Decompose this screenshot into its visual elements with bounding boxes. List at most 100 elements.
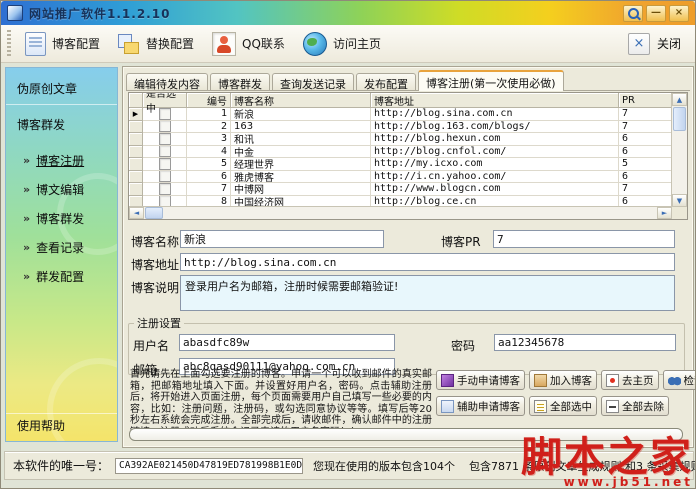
sidebar-item-blog-register[interactable]: » 博客注册 — [23, 152, 84, 169]
deselect-all-button[interactable]: 全部去除 — [601, 396, 669, 416]
blog-url-field[interactable] — [180, 253, 675, 271]
app-icon — [7, 5, 23, 21]
minimize-button[interactable]: — — [646, 4, 666, 22]
blog-desc-field[interactable]: 登录用户名为邮箱，注册时候需要邮箱验证! — [180, 275, 675, 311]
search-pr-button[interactable]: 检索PR — [662, 370, 696, 390]
table-row[interactable]: 3 和讯 http://blog.hexun.com 6 — [129, 133, 672, 146]
tab-blog-register[interactable]: 博客注册(第一次使用必做) — [418, 70, 564, 91]
globe-icon — [302, 31, 327, 56]
cell-blog-name: 中博网 — [231, 183, 371, 196]
row-checkbox[interactable] — [158, 108, 171, 120]
row-checkbox[interactable] — [158, 145, 171, 158]
blog-desc-label: 博客说明 — [131, 281, 180, 295]
deselect-all-label: 全部去除 — [622, 400, 664, 413]
cell-pr: 6 — [619, 133, 672, 146]
select-all-button[interactable]: 全部选中 — [529, 396, 597, 416]
sidebar-item-view-records[interactable]: » 查看记录 — [23, 239, 84, 256]
tab-edit-pending[interactable]: 编辑待发内容 — [126, 73, 208, 91]
sidebar-item-help[interactable]: 使用帮助 — [17, 417, 65, 434]
vertical-scroll-thumb[interactable] — [673, 107, 686, 131]
scroll-up-icon[interactable]: ▲ — [672, 93, 687, 106]
row-checkbox-cell[interactable] — [143, 133, 187, 146]
sidebar-divider — [6, 413, 117, 414]
assist-apply-button[interactable]: 辅助申请博客 — [436, 396, 525, 416]
tab-query-send-records[interactable]: 查询发送记录 — [272, 73, 354, 91]
cell-blog-name: 中金 — [231, 145, 371, 158]
vertical-scrollbar[interactable]: ▲ ▼ — [671, 93, 687, 207]
close-icon: × — [627, 32, 650, 55]
row-selector-cell — [129, 133, 143, 146]
row-checkbox[interactable] — [158, 170, 171, 183]
password-field[interactable] — [494, 334, 676, 351]
row-checkbox[interactable] — [158, 158, 171, 170]
toolbar-grip[interactable] — [7, 29, 11, 58]
sidebar-group-blog-mass-post[interactable]: 博客群发 — [17, 116, 65, 133]
search-pr-label: 检索PR — [683, 374, 696, 387]
cell-pr: 6 — [619, 170, 672, 183]
table-row[interactable]: 7 中博网 http://www.blogcn.com 7 — [129, 183, 672, 196]
table-header-row: 是否选中 编号 博客名称 博客地址 PR — [129, 93, 672, 115]
tab-blog-mass-post[interactable]: 博客群发 — [210, 73, 270, 91]
manual-apply-label: 手动申请博客 — [457, 374, 520, 387]
row-checkbox-cell[interactable] — [143, 183, 187, 196]
cell-pr: 7 — [619, 183, 672, 196]
header-number[interactable]: 编号 — [187, 93, 231, 108]
sidebar-item-label: 查看记录 — [36, 241, 85, 255]
blog-name-field[interactable] — [180, 230, 384, 248]
sidebar-item-post-edit[interactable]: » 博文编辑 — [23, 181, 84, 198]
row-checkbox[interactable] — [158, 183, 171, 195]
table-row[interactable]: ▶ 1 新浪 http://blog.sina.com.cn 7 — [129, 108, 672, 121]
cell-blog-url: http://blog.cnfol.com/ — [371, 145, 619, 158]
sidebar-item-mass-post-config[interactable]: » 群发配置 — [23, 268, 84, 285]
header-selected[interactable]: 是否选中 — [143, 93, 187, 115]
cell-blog-name: 经理世界 — [231, 158, 371, 171]
horizontal-scroll-thumb[interactable] — [145, 207, 163, 219]
sidebar-item-blog-mass-post[interactable]: » 博客群发 — [23, 210, 84, 227]
table-row[interactable]: 5 经理世界 http://my.icxo.com 5 — [129, 158, 672, 171]
action-buttons: 手动申请博客 加入博客 去主页 检索PR 辅助申请博客 — [436, 370, 695, 422]
cell-blog-name: 新浪 — [231, 108, 371, 121]
header-pr[interactable]: PR — [619, 93, 672, 108]
binoculars-icon — [667, 373, 681, 387]
scroll-right-icon[interactable]: ► — [657, 207, 672, 219]
version-text: 您现在使用的版本包含104个 — [313, 459, 456, 473]
visit-home-button[interactable]: 访问主页 — [297, 29, 393, 59]
cell-number: 6 — [187, 170, 231, 183]
row-selector-cell: ▶ — [129, 108, 143, 121]
visit-home-label: 访问主页 — [332, 37, 381, 51]
row-checkbox-cell[interactable] — [143, 145, 187, 158]
blog-pr-field[interactable] — [493, 230, 675, 248]
row-checkbox-cell[interactable] — [143, 158, 187, 171]
sidebar-group-pseudo-original[interactable]: 伪原创文章 — [17, 80, 77, 97]
scroll-down-icon[interactable]: ▼ — [672, 194, 687, 207]
table-row[interactable]: 6 雅虎博客 http://i.cn.yahoo.com/ 6 — [129, 170, 672, 183]
scroll-left-icon[interactable]: ◄ — [129, 207, 144, 219]
table-row[interactable]: 4 中金 http://blog.cnfol.com/ 6 — [129, 145, 672, 158]
cell-number: 1 — [187, 108, 231, 121]
zoom-icon[interactable] — [623, 4, 643, 22]
unique-id-value[interactable]: CA392AE021450D47819ED781998B1E0D — [115, 457, 304, 474]
scroll-track[interactable] — [163, 207, 657, 219]
qq-contact-button[interactable]: QQ联系 — [206, 29, 297, 59]
join-blog-button[interactable]: 加入博客 — [529, 370, 597, 390]
header-name[interactable]: 博客名称 — [231, 93, 371, 108]
close-window-button[interactable]: × — [669, 4, 689, 22]
row-checkbox[interactable] — [158, 133, 171, 145]
chevron-right-icon: » — [23, 154, 31, 167]
row-selector-cell — [129, 145, 143, 158]
blog-config-button[interactable]: 博客配置 — [19, 29, 112, 59]
manual-apply-button[interactable]: 手动申请博客 — [436, 370, 525, 390]
go-home-button[interactable]: 去主页 — [601, 370, 659, 390]
horizontal-scrollbar[interactable]: ◄ ► — [129, 206, 672, 219]
username-field[interactable] — [179, 334, 395, 351]
row-checkbox-cell[interactable] — [143, 108, 187, 121]
replace-config-button[interactable]: 替换配置 — [112, 30, 206, 58]
tab-publish-config[interactable]: 发布配置 — [356, 73, 416, 91]
close-app-button[interactable]: × 关闭 — [627, 32, 681, 55]
row-checkbox-cell[interactable] — [143, 120, 187, 133]
table-row[interactable]: 2 163 http://blog.163.com/blogs/ 7 — [129, 120, 672, 133]
row-checkbox-cell[interactable] — [143, 170, 187, 183]
row-checkbox[interactable] — [158, 120, 171, 133]
register-settings-group: 注册设置 用户名 密码 邮箱 — [128, 315, 685, 377]
header-url[interactable]: 博客地址 — [371, 93, 619, 108]
